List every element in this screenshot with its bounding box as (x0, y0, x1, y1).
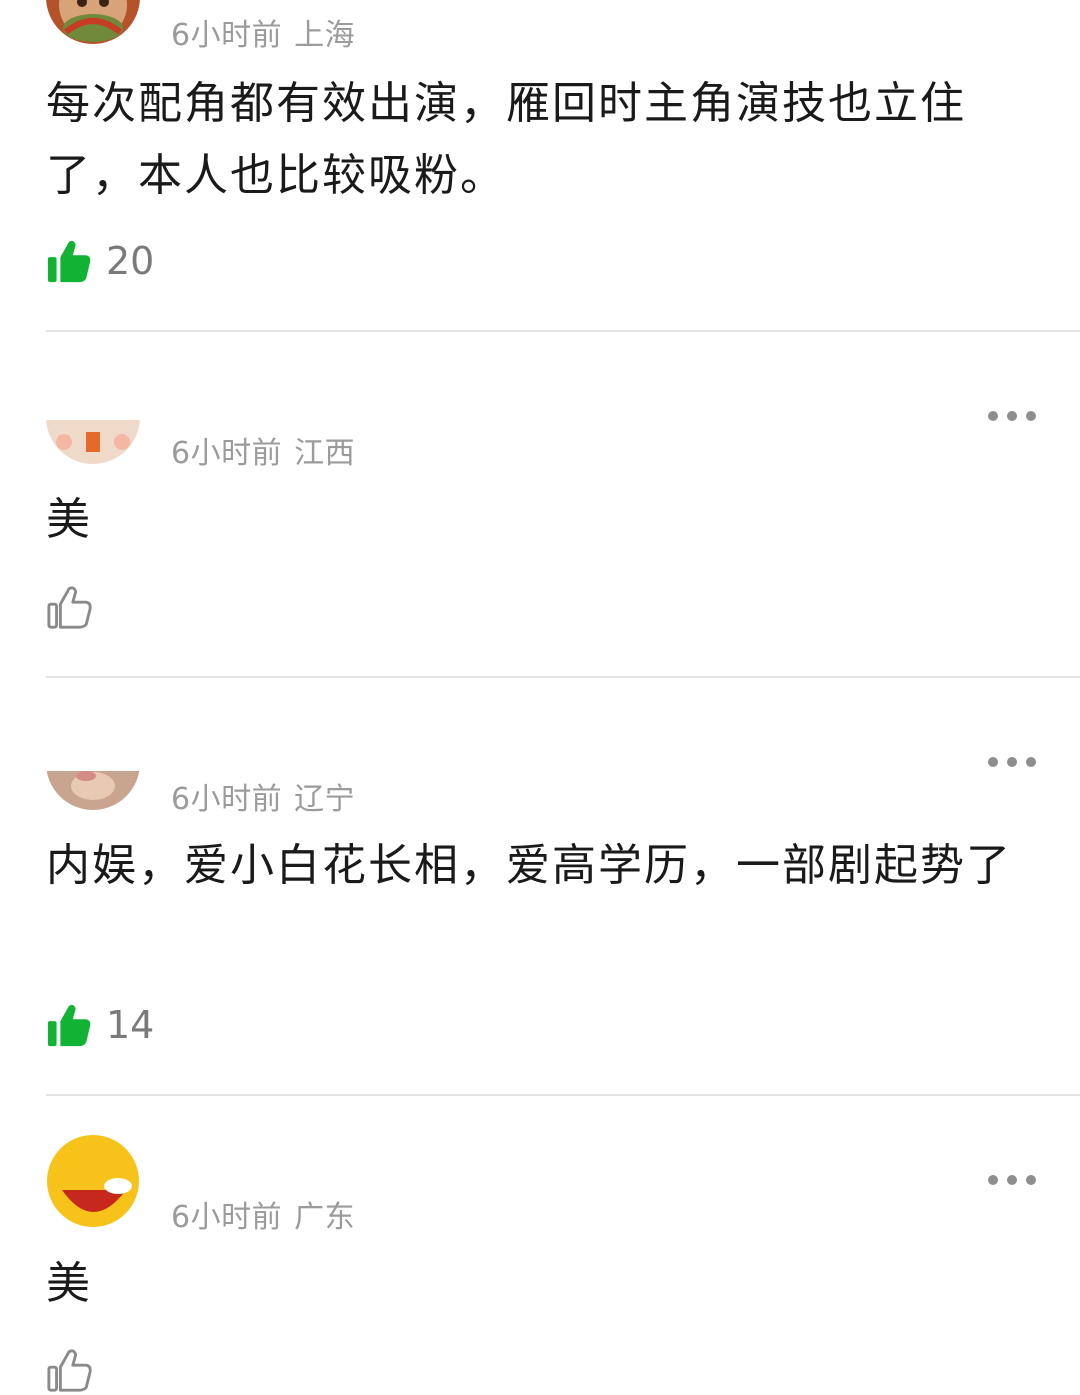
thumbs-up-filled-icon (47, 240, 91, 283)
more-dots-icon (988, 1175, 998, 1185)
thumbs-up-outline-icon (47, 586, 92, 629)
like-button[interactable] (46, 1345, 106, 1395)
comment-location: 辽宁 (294, 782, 356, 817)
comment-location: 广东 (294, 1200, 356, 1235)
comment-location: 江西 (294, 436, 356, 471)
divider (46, 676, 1080, 678)
comment-text: 每次配角都有效出演，雁回时主角演技也立住了，本人也比较吸粉。 (46, 78, 966, 201)
avatar-cartoon-image (46, 370, 140, 464)
comment-time: 6小时前 (171, 436, 283, 471)
avatar-photo-image (46, 716, 140, 810)
avatar-emoji-face-image (46, 1134, 140, 1228)
comment-time: 6小时前 (171, 18, 283, 53)
divider (46, 1094, 1080, 1096)
thumbs-up-filled-icon (47, 1004, 91, 1047)
like-button[interactable]: 14 (46, 1000, 154, 1050)
more-dots-icon (988, 757, 998, 767)
comment-meta: 6小时前 广东 (171, 1192, 355, 1236)
like-count: 14 (106, 1003, 155, 1047)
comment-text: 内娱，爱小白花长相，爱高学历，一部剧起势了 (46, 840, 1012, 891)
comment-meta: 6小时前 江西 (171, 428, 355, 472)
comment-meta: 6小时前 辽宁 (171, 774, 355, 818)
avatar-monkey-king-image (46, 0, 140, 44)
more-options-button[interactable] (988, 755, 1036, 769)
comment-text: 美 (46, 1258, 92, 1309)
comment-time: 6小时前 (171, 782, 283, 817)
divider (46, 330, 1080, 332)
more-dots-icon (988, 411, 998, 421)
avatar[interactable] (46, 1134, 140, 1228)
like-button[interactable]: 20 (46, 236, 154, 286)
comment-time: 6小时前 (171, 1200, 283, 1235)
comment-meta: 6小时前 上海 (171, 10, 355, 54)
more-options-button[interactable] (988, 409, 1036, 423)
like-count: 20 (106, 239, 155, 283)
more-options-button[interactable] (988, 1173, 1036, 1187)
avatar[interactable] (46, 716, 140, 810)
comment-text: 美 (46, 494, 92, 545)
comment-location: 上海 (294, 18, 356, 53)
thumbs-up-outline-icon (47, 1349, 92, 1392)
like-button[interactable] (46, 582, 106, 632)
avatar[interactable] (46, 370, 140, 464)
avatar[interactable] (46, 0, 140, 44)
